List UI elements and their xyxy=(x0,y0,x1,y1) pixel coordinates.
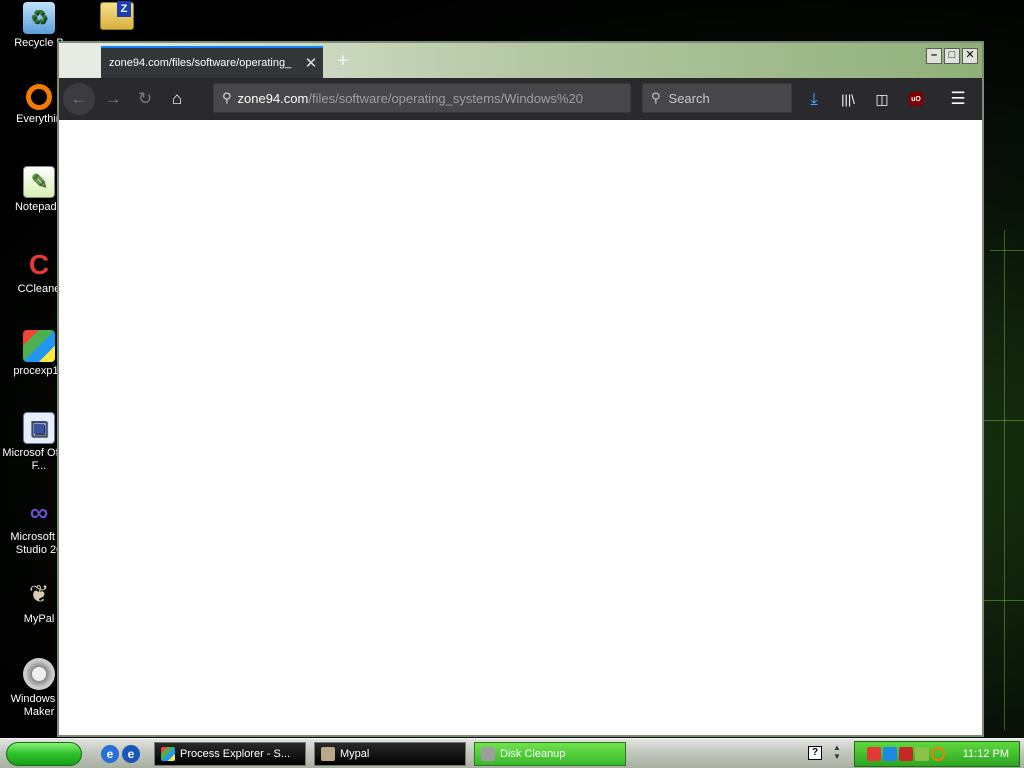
taskbar-item-label: Mypal xyxy=(340,748,370,760)
desktop-wallpaper-line xyxy=(990,250,1024,251)
system-tray: 11:12 PM xyxy=(854,741,1020,767)
page-content-blank[interactable] xyxy=(59,120,982,735)
windows-flag-icon xyxy=(23,330,55,362)
internet-explorer-icon[interactable]: e xyxy=(101,745,119,763)
mypal-bird-icon: ❦ xyxy=(28,580,50,608)
hamburger-menu-icon[interactable]: ☰ xyxy=(942,83,974,115)
disk-cleanup-icon xyxy=(481,747,495,761)
tab-title: zone94.com/files/software/operating_ xyxy=(109,57,292,69)
tray-expand-arrows-icon[interactable]: ▲ ▼ xyxy=(833,743,841,761)
toolbar-right-tools: ⤓ |||\ ◫ uO ☰ xyxy=(798,83,974,115)
film-reel-icon xyxy=(23,658,55,690)
taskbar-item-label: Disk Cleanup xyxy=(500,748,566,760)
tray-network-icon[interactable] xyxy=(883,747,897,761)
close-window-button[interactable]: ✕ xyxy=(962,48,978,64)
zip-folder-icon[interactable]: Z xyxy=(100,1,134,30)
recycle-bin-icon: ♻ xyxy=(23,2,55,34)
desktop-wallpaper-line xyxy=(1004,230,1005,730)
notepad-plus-plus-icon: ✎ xyxy=(23,166,55,198)
back-arrow-icon[interactable]: ← xyxy=(63,83,95,115)
forward-arrow-icon[interactable]: → xyxy=(97,83,129,115)
taskbar-item-disk-cleanup[interactable]: Disk Cleanup xyxy=(474,742,626,766)
search-placeholder: Search xyxy=(668,90,710,106)
maximize-button[interactable]: □ xyxy=(944,48,960,64)
library-icon[interactable]: |||\ xyxy=(832,83,864,115)
new-tab-plus-icon[interactable]: + xyxy=(331,49,355,73)
download-arrow-icon[interactable]: ⤓ xyxy=(798,83,830,115)
taskbar-item-label: Process Explorer - S... xyxy=(180,748,291,760)
taskbar-item-mypal[interactable]: Mypal xyxy=(314,742,466,766)
search-icon: ⚲ xyxy=(651,90,661,105)
tray-volume-icon[interactable] xyxy=(915,747,929,761)
office-document-icon: ▣ xyxy=(23,412,55,444)
reload-icon[interactable]: ↻ xyxy=(129,83,161,115)
url-bar[interactable]: ⚲ zone94.com/files/software/operating_sy… xyxy=(213,83,631,113)
tab-close-icon[interactable]: ✕ xyxy=(299,54,323,72)
sidebar-icon[interactable]: ◫ xyxy=(866,83,898,115)
ie-quicklaunch-icon[interactable]: e xyxy=(122,745,140,763)
taskbar-item-process-explorer[interactable]: Process Explorer - S... xyxy=(154,742,306,766)
tray-everything-icon[interactable] xyxy=(931,747,945,761)
visual-studio-infinity-icon: ∞ xyxy=(29,496,49,527)
ublock-origin-icon[interactable]: uO xyxy=(900,83,932,115)
browser-window: zone94.com/files/software/operating_ ✕ +… xyxy=(57,41,984,737)
window-controls: – □ ✕ xyxy=(926,48,978,64)
ccleaner-icon: C xyxy=(28,248,50,280)
mypal-bird-icon xyxy=(321,747,335,761)
url-path: /files/software/operating_systems/Window… xyxy=(308,90,583,106)
help-question-icon[interactable]: ? xyxy=(808,746,822,760)
tab-active[interactable]: zone94.com/files/software/operating_ ✕ xyxy=(101,46,323,78)
taskbar: e e Process Explorer - S... Mypal Disk C… xyxy=(0,738,1024,768)
windows-flag-icon xyxy=(161,747,175,761)
url-host: zone94.com xyxy=(237,90,309,106)
start-button[interactable] xyxy=(6,742,82,766)
tab-strip-spacer xyxy=(59,47,99,78)
home-icon[interactable]: ⌂ xyxy=(161,83,193,115)
taskbar-clock[interactable]: 11:12 PM xyxy=(963,748,1009,760)
search-bar[interactable]: ⚲ Search xyxy=(642,83,792,113)
tray-app-icon[interactable] xyxy=(867,747,881,761)
everything-search-icon xyxy=(26,84,52,110)
ublock-badge: uO xyxy=(909,92,923,106)
search-magnifier-icon: ⚲ xyxy=(222,90,232,105)
minimize-button[interactable]: – xyxy=(926,48,942,64)
browser-titlebar[interactable]: zone94.com/files/software/operating_ ✕ +… xyxy=(59,43,982,78)
navigation-toolbar: ← → ↻ ⌂ ⚲ zone94.com/files/software/oper… xyxy=(59,78,982,120)
tray-security-icon[interactable] xyxy=(899,747,913,761)
